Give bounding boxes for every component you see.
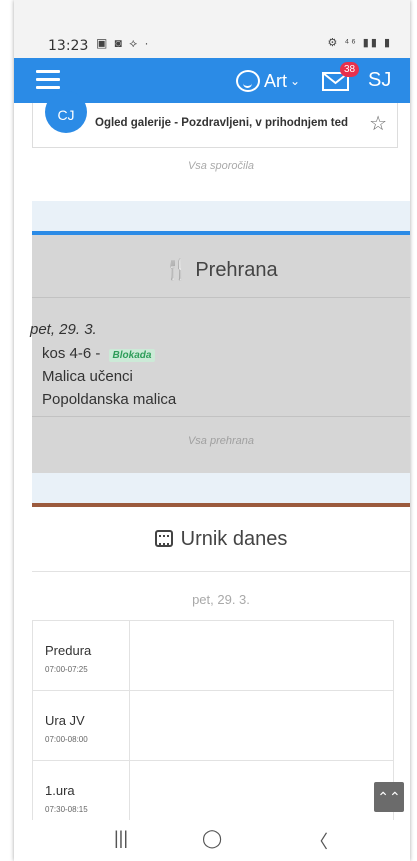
- divider: [32, 416, 410, 417]
- urnik-accent-bar: [32, 503, 410, 507]
- status-bar: 13:23 ▣ ◙ ⟡ · ⚙ ⁴⁶ ▮▮ ▮: [14, 0, 410, 58]
- meal-label: kos 4-6 -: [42, 345, 105, 362]
- home-button[interactable]: ◯: [202, 828, 222, 849]
- back-button[interactable]: 〈: [310, 828, 328, 854]
- divider: [32, 571, 410, 572]
- period-cell: Predura 07:00-07:25: [33, 621, 130, 690]
- message-text: Ogled galerije - Pozdravljeni, v prihodn…: [95, 117, 349, 129]
- scroll-to-top-button[interactable]: ⌃⌃: [374, 782, 404, 812]
- star-icon[interactable]: ☆: [369, 111, 387, 136]
- message-item[interactable]: CJ Ogled galerije - Pozdravljeni, v prih…: [32, 91, 398, 148]
- prehrana-title: Prehrana: [195, 259, 278, 281]
- divider: [32, 297, 410, 298]
- menu-icon[interactable]: [36, 70, 60, 90]
- child-name: Art: [264, 70, 288, 91]
- mail-count-badge: 38: [340, 62, 360, 77]
- section-spacer: [32, 201, 410, 231]
- avatar: CJ: [45, 91, 87, 133]
- status-time: 13:23: [48, 38, 89, 54]
- prehrana-section: 🍴 Prehrana pet, 29. 3. kos 4-6 - Blokada …: [30, 235, 410, 473]
- chevron-down-icon: ⌄: [290, 74, 301, 88]
- utensils-icon: 🍴: [164, 259, 190, 281]
- period-name: Predura: [45, 643, 92, 658]
- child-selector[interactable]: Art ⌄: [236, 68, 300, 94]
- period-time: 07:00-07:25: [45, 665, 88, 674]
- table-row[interactable]: Predura 07:00-07:25: [33, 621, 393, 691]
- child-face-icon: [236, 70, 260, 92]
- period-name: 1.ura: [45, 783, 75, 798]
- urnik-title: Urnik danes: [180, 528, 288, 550]
- prehrana-date: pet, 29. 3.: [30, 321, 97, 338]
- all-messages-link[interactable]: Vsa sporočila: [32, 160, 410, 172]
- period-time: 07:00-08:00: [45, 735, 88, 744]
- signal-battery-icons: ⚙ ⁴⁶ ▮▮ ▮: [327, 37, 392, 49]
- user-initials[interactable]: SJ: [368, 69, 391, 92]
- all-meals-link[interactable]: Vsa prehrana: [32, 435, 410, 447]
- phone-screen: 13:23 ▣ ◙ ⟡ · ⚙ ⁴⁶ ▮▮ ▮ Art ⌄ 38 SJ CJ O…: [14, 0, 410, 861]
- mail-button[interactable]: 38: [322, 62, 360, 92]
- table-row[interactable]: Ura JV 07:00-08:00: [33, 691, 393, 761]
- meal-item[interactable]: Popoldanska malica: [42, 391, 176, 408]
- period-time: 07:30-08:15: [45, 805, 88, 814]
- section-spacer: [32, 473, 410, 503]
- schedule-table: Predura 07:00-07:25 Ura JV 07:00-08:00 1…: [32, 620, 394, 841]
- meal-item[interactable]: Malica učenci: [42, 368, 133, 385]
- urnik-date: pet, 29. 3.: [192, 592, 250, 607]
- meal-item[interactable]: kos 4-6 - Blokada: [42, 345, 156, 362]
- recent-apps-button[interactable]: |||: [114, 828, 128, 849]
- period-name: Ura JV: [45, 713, 85, 728]
- urnik-heading: Urnik danes: [32, 528, 410, 551]
- calendar-icon: [154, 530, 173, 547]
- system-nav-bar: ||| ◯ 〈: [14, 820, 410, 861]
- prehrana-heading: 🍴 Prehrana: [32, 257, 410, 282]
- status-badge: Blokada: [108, 349, 156, 362]
- period-cell: Ura JV 07:00-08:00: [33, 691, 130, 760]
- notification-icons: ▣ ◙ ⟡ ·: [96, 36, 151, 50]
